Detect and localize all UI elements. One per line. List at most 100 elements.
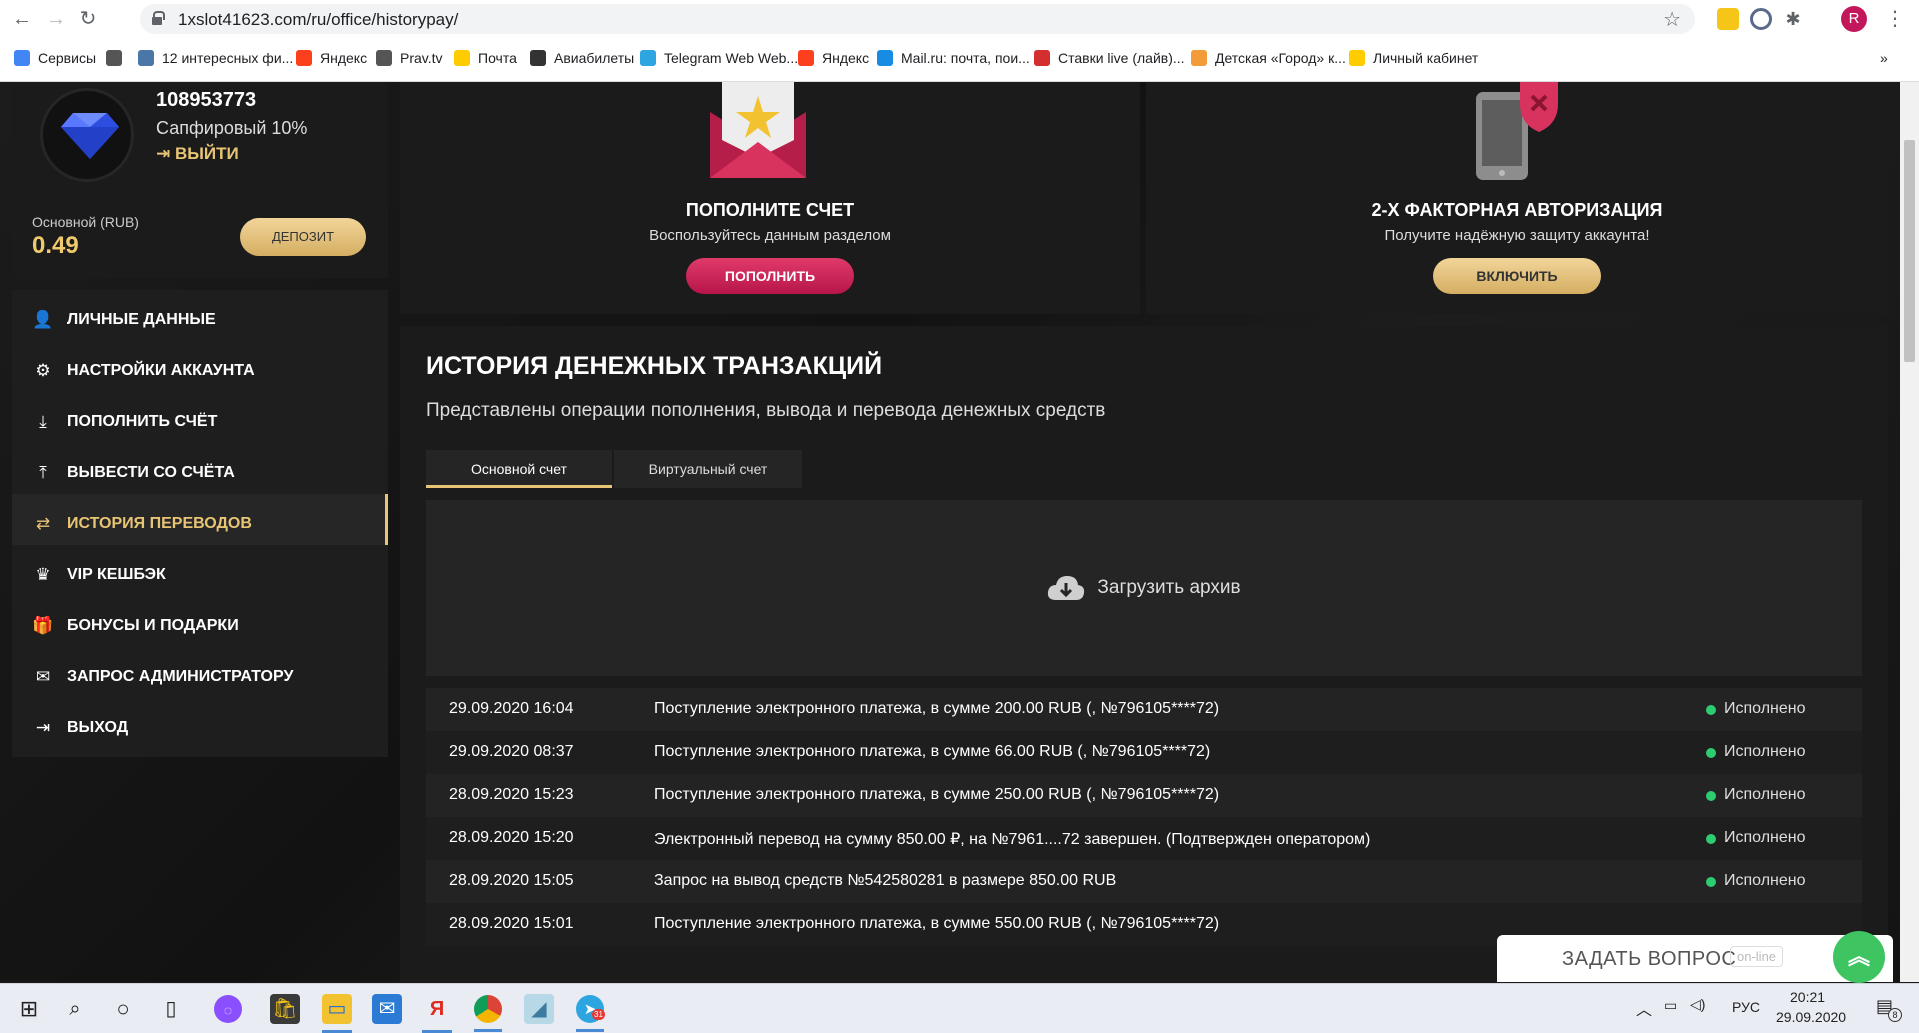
page-scrollbar[interactable] [1900, 82, 1919, 982]
puzzle-icon[interactable]: ✱ [1782, 8, 1804, 30]
yandex-browser-icon[interactable]: Я [422, 994, 452, 1033]
url-text[interactable]: 1xslot41623.com/ru/office/historypay/ [178, 10, 458, 30]
clock-date[interactable]: 29.09.2020 [1776, 1009, 1846, 1025]
bookmark-item[interactable]: Личный кабинет [1349, 44, 1478, 72]
bookmark-item[interactable]: Ставки live (лайв)... [1034, 44, 1185, 72]
back-icon[interactable]: ← [10, 7, 34, 31]
bookmark-label: Telegram Web Web... [664, 50, 799, 66]
windows-start-icon[interactable]: ⊞ [14, 994, 44, 1024]
tab-virtual-account[interactable]: Виртуальный счет [614, 450, 802, 488]
transaction-description: Электронный перевод на сумму 850.00 ₽, н… [654, 831, 1371, 848]
bookmarks-more-icon[interactable]: » [1880, 44, 1888, 72]
cortana-icon[interactable]: ○ [108, 994, 138, 1024]
globe-icon [376, 50, 392, 66]
bookmark-item[interactable]: 12 интересных фи... [138, 44, 293, 72]
scroll-thumb[interactable] [1904, 140, 1915, 362]
app-icon[interactable]: ◢ [524, 994, 554, 1024]
bookmarks-bar: Сервисы 12 интересных фи... Яндекс Prav.tv П… [0, 44, 1919, 72]
clock-time[interactable]: 20:21 [1790, 989, 1825, 1005]
download-archive-button[interactable]: Загрузить архив [426, 500, 1862, 676]
enable-2fa-button[interactable]: ВКЛЮЧИТЬ [1433, 258, 1601, 294]
search-icon[interactable]: ⌕ [60, 994, 90, 1024]
promo-2fa-subtitle: Получите надёжную защиту аккаунта! [1384, 227, 1650, 244]
logout-link[interactable]: ⇥ ВЫЙТИ [156, 144, 239, 164]
bookmark-item[interactable]: Telegram Web Web... [640, 44, 798, 72]
bookmark-label: Яндекс [822, 50, 870, 66]
alice-icon[interactable]: ◌ [214, 995, 242, 1023]
file-explorer-icon[interactable]: ▭ [322, 994, 352, 1033]
store-icon[interactable]: 🛍 [270, 994, 300, 1024]
user-id: 108953773 [156, 89, 257, 111]
address-bar[interactable]: 1xslot41623.com/ru/office/historypay/ ☆ [140, 4, 1695, 34]
bookmark-item[interactable]: Prav.tv [376, 44, 443, 72]
transaction-date: 28.09.2020 15:23 [449, 786, 574, 803]
promo-2fa-card: 2-Х ФАКТОРНАЯ АВТОРИЗАЦИЯ Получите надёж… [1146, 82, 1888, 314]
profile-panel: 108953773 Сапфировый 10% ⇥ ВЫЙТИ Основно… [12, 82, 388, 278]
archive-label: Загрузить архив [1097, 577, 1241, 598]
bookmark-label: Сервисы [38, 50, 97, 66]
bookmark-label: Ставки live (лайв)... [1058, 50, 1185, 66]
vk-icon [138, 50, 154, 66]
mail-app-icon[interactable]: ✉ [372, 994, 402, 1024]
bookmark-item[interactable]: Сервисы [14, 44, 96, 72]
bookmark-item[interactable] [106, 44, 122, 72]
tray-expand-icon[interactable]: ︿ [1636, 996, 1652, 1020]
bookmark-item[interactable]: Авиабилеты [530, 44, 634, 72]
sapphire-gem-icon [61, 113, 119, 159]
more-menu-icon[interactable]: ⋮ [1885, 6, 1905, 31]
chat-widget[interactable]: ЗАДАТЬ ВОПРОС on-line ︽ [1497, 931, 1893, 983]
table-row: 29.09.2020 08:37 Поступление электронного… [426, 731, 1862, 774]
status-dot-icon [1706, 877, 1716, 887]
notifications-icon[interactable]: ▤ 8 [1876, 996, 1902, 1022]
sidebar-item[interactable]: ⇥ Выход [12, 698, 388, 757]
sidebar-item-label: Выход [67, 718, 129, 736]
windows-taskbar: ⊞ ⌕ ○ ▯ ◌ 🛍 ▭ ✉ Я ◢ ➤ 31 ︿ ▭ ◁) РУС 20:2… [0, 983, 1919, 1033]
transaction-status: Исполнено [1724, 700, 1806, 717]
tab-main-account[interactable]: Основной счет [426, 450, 612, 488]
bookmark-item[interactable]: Яндекс [296, 44, 367, 72]
bookmark-label: Детская «Город» к... [1215, 50, 1346, 66]
task-view-icon[interactable]: ▯ [156, 994, 186, 1024]
sidebar-item-label: Пополнить счёт [67, 412, 218, 430]
forward-icon[interactable]: → [44, 7, 68, 31]
user-level: Сапфировый 10% [156, 118, 308, 138]
chat-label[interactable]: ЗАДАТЬ ВОПРОС [1562, 948, 1736, 971]
extension-icon[interactable] [1750, 8, 1772, 30]
upload-icon: ⤒ [39, 462, 47, 482]
extension-icon[interactable] [1717, 8, 1739, 30]
language-indicator[interactable]: РУС [1732, 999, 1760, 1015]
yandex-icon [798, 50, 814, 66]
globe-icon [106, 50, 122, 66]
volume-icon[interactable]: ◁) [1690, 996, 1705, 1013]
chevron-up-icon[interactable]: ︽ [1833, 931, 1885, 983]
lock-icon [152, 11, 165, 25]
transaction-status: Исполнено [1724, 743, 1806, 760]
archive-area: Загрузить архив [426, 500, 1862, 676]
bookmark-star-icon[interactable]: ☆ [1663, 7, 1681, 32]
deposit-button[interactable]: ДЕПОЗИТ [240, 218, 366, 256]
telegram-icon [640, 50, 656, 66]
envelope-icon: ✉ [35, 666, 51, 686]
transaction-date: 29.09.2020 08:37 [449, 743, 574, 760]
chrome-icon[interactable] [474, 995, 502, 1032]
sidebar-item-label: Вывести со счёта [67, 463, 235, 481]
status-dot-icon [1706, 748, 1716, 758]
reload-icon[interactable]: ↻ [76, 7, 100, 31]
transaction-date: 28.09.2020 15:05 [449, 872, 574, 889]
notification-badge: 8 [1888, 1008, 1902, 1022]
battery-icon[interactable]: ▭ [1664, 997, 1677, 1014]
telegram-icon[interactable]: ➤ 31 [576, 995, 605, 1032]
logout-label: ВЫЙТИ [174, 144, 239, 163]
transaction-description: Поступление электронного платежа, в сумм… [654, 743, 1211, 760]
transaction-date: 28.09.2020 15:01 [449, 915, 574, 932]
download-icon: ⤓ [39, 411, 47, 431]
bookmark-item[interactable]: Mail.ru: почта, пои... [877, 44, 1030, 72]
topup-button[interactable]: ПОПОЛНИТЬ [686, 258, 854, 294]
transaction-description: Поступление электронного платежа, в сумм… [654, 786, 1220, 803]
sidebar-item-label: Личные данные [67, 310, 216, 328]
bookmark-item[interactable]: Яндекс [798, 44, 869, 72]
bookmark-item[interactable]: Детская «Город» к... [1191, 44, 1346, 72]
bookmark-item[interactable]: Почта [454, 44, 517, 72]
profile-avatar[interactable]: R [1841, 6, 1867, 32]
m-icon [1034, 50, 1050, 66]
